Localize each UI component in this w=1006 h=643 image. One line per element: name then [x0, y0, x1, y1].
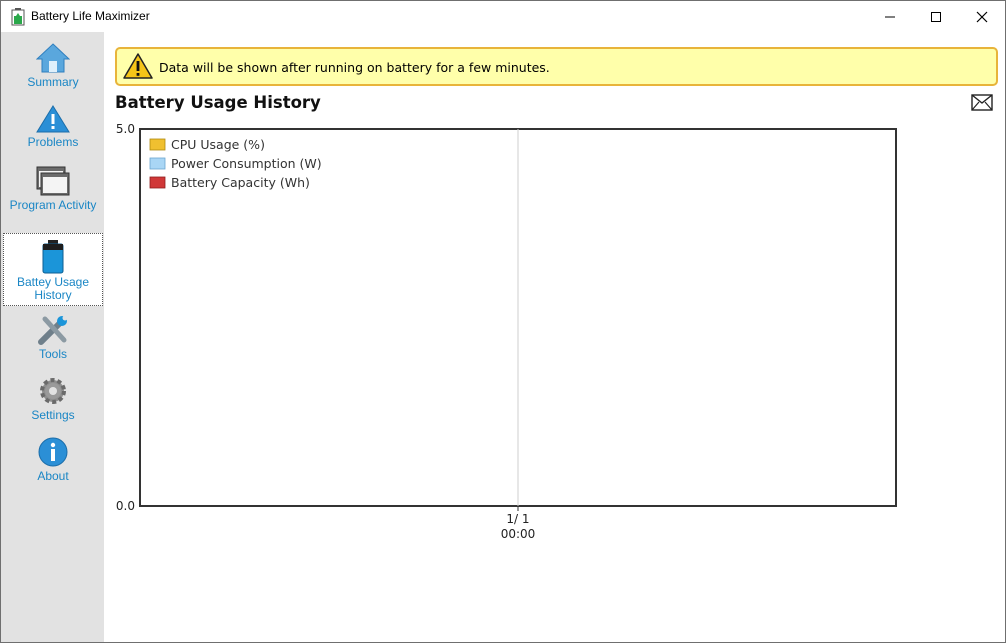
legend-swatch [149, 176, 166, 189]
y-tick-label: 0.0 [116, 499, 135, 513]
legend-label: CPU Usage (%) [171, 137, 265, 152]
legend-swatch [149, 138, 166, 151]
legend-swatch [149, 157, 166, 170]
app-window: Battery Life Maximizer Summary Problems [0, 0, 1006, 643]
usage-chart: 5.0 0.0 1/ 100:00 CPU Usage (%) Power Consum… [116, 122, 897, 541]
legend-label: Power Consumption (W) [171, 156, 322, 171]
x-tick-label-date: 1/ 1 [506, 512, 529, 526]
legend-label: Battery Capacity (Wh) [171, 175, 310, 190]
x-tick-label-time: 00:00 [501, 527, 536, 541]
y-tick-label: 5.0 [116, 122, 135, 136]
